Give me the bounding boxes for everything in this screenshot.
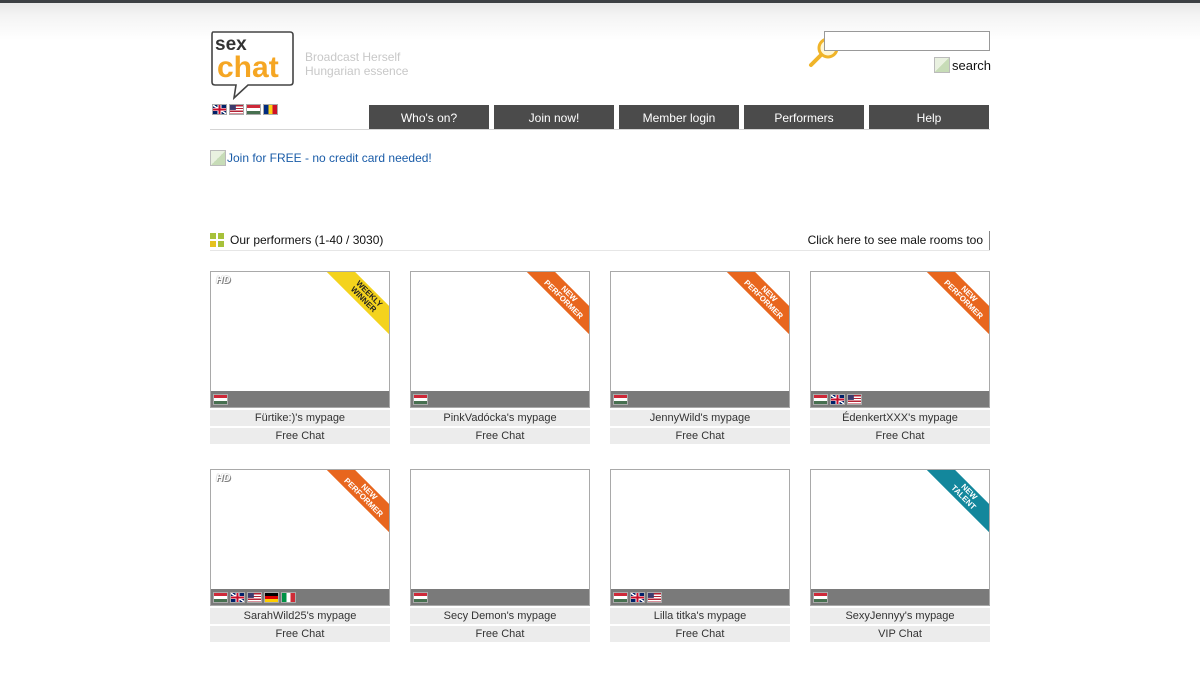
performer-thumbnail[interactable]: NEW PERFORMER — [610, 271, 790, 408]
performer-thumbnail[interactable]: NEW PERFORMER — [410, 271, 590, 408]
tagline-line-1: Broadcast Herself — [305, 50, 401, 64]
hu-flag-icon — [613, 393, 628, 405]
language-flag-bar — [811, 391, 989, 407]
language-flag-bar — [611, 589, 789, 605]
performer-card: HD WEEKLY WINNER Fürtike:)'s mypage Free Cha… — [210, 271, 390, 445]
performers-section-header: Our performers (1-40 / 3030) Click here … — [210, 231, 990, 251]
performer-chat-button[interactable]: Free Chat — [610, 626, 790, 642]
performer-thumbnail[interactable] — [410, 469, 590, 606]
performer-mypage-link[interactable]: Lilla titka's mypage — [610, 608, 790, 624]
grid-icon — [210, 233, 224, 247]
it-flag-icon — [281, 591, 296, 603]
uk-flag-icon — [630, 591, 645, 603]
performer-card: HD NEW PERFORMER SarahWild25's mypage Free C… — [210, 469, 390, 643]
section-divider — [210, 250, 990, 251]
performer-card: NEW TALENT SexyJennyy's mypage VIP Chat — [810, 469, 990, 643]
broken-image-icon — [210, 150, 226, 166]
uk-flag-icon[interactable] — [212, 104, 227, 115]
performer-thumbnail[interactable]: HD WEEKLY WINNER — [210, 271, 390, 408]
broken-image-icon — [934, 57, 950, 73]
nav-whos-on[interactable]: Who's on? — [369, 105, 489, 130]
status-ribbon: NEW TALENT — [923, 470, 989, 538]
tagline-line-2: Hungarian essence — [305, 64, 409, 78]
performer-card: NEW PERFORMER PinkVadócka's mypage Free Cha… — [410, 271, 590, 445]
nav-join-now[interactable]: Join now! — [494, 105, 614, 130]
status-ribbon: NEW PERFORMER — [923, 272, 989, 340]
de-flag-icon — [264, 591, 279, 603]
status-ribbon: NEW PERFORMER — [323, 470, 389, 538]
performer-chat-button[interactable]: Free Chat — [210, 428, 390, 444]
performer-thumbnail[interactable]: NEW TALENT — [810, 469, 990, 606]
performer-mypage-link[interactable]: SexyJennyy's mypage — [810, 608, 990, 624]
hd-badge: HD — [216, 473, 231, 484]
us-flag-icon — [847, 393, 862, 405]
performer-chat-button[interactable]: Free Chat — [210, 626, 390, 642]
page-container: sex chat Broadcast Herself Hungarian ess… — [210, 0, 992, 675]
performer-mypage-link[interactable]: PinkVadócka's mypage — [410, 410, 590, 426]
hu-flag-icon — [213, 591, 228, 603]
performer-chat-button[interactable]: Free Chat — [410, 428, 590, 444]
join-free-text: Join for FREE - no credit card needed! — [227, 151, 432, 165]
sexchat-logo[interactable]: sex chat — [210, 30, 294, 100]
male-rooms-link[interactable]: Click here to see male rooms too — [807, 231, 990, 251]
main-nav: Who's on? Join now! Member login Perform… — [369, 105, 989, 130]
performer-chat-button[interactable]: Free Chat — [810, 428, 990, 444]
us-flag-icon — [247, 591, 262, 603]
search-input[interactable] — [824, 31, 990, 51]
hu-flag-icon — [413, 591, 428, 603]
status-ribbon: NEW PERFORMER — [523, 272, 589, 340]
nav-performers[interactable]: Performers — [744, 105, 864, 130]
hd-badge: HD — [216, 275, 231, 286]
hu-flag-icon — [813, 393, 828, 405]
language-flag-bar — [211, 589, 389, 605]
language-selector — [212, 104, 278, 115]
search-button[interactable]: search — [934, 57, 992, 73]
join-free-banner[interactable]: Join for FREE - no credit card needed! — [210, 150, 432, 166]
logo-text-bottom: chat — [217, 51, 279, 84]
performer-chat-button[interactable]: Free Chat — [610, 428, 790, 444]
status-ribbon: NEW PERFORMER — [723, 272, 789, 340]
nav-divider — [210, 129, 990, 130]
performer-card: Secy Demon's mypage Free Chat — [410, 469, 590, 643]
performer-mypage-link[interactable]: SarahWild25's mypage — [210, 608, 390, 624]
language-flag-bar — [611, 391, 789, 407]
performer-thumbnail[interactable]: NEW PERFORMER — [810, 271, 990, 408]
language-flag-bar — [211, 391, 389, 407]
section-title: Our performers (1-40 / 3030) — [230, 233, 384, 247]
uk-flag-icon — [830, 393, 845, 405]
language-flag-bar — [411, 589, 589, 605]
performer-card: NEW PERFORMER ÉdenkertXXX's mypage Free Cha… — [810, 271, 990, 445]
tagline: Broadcast Herself Hungarian essence — [305, 50, 408, 78]
language-flag-bar — [811, 589, 989, 605]
status-ribbon: WEEKLY WINNER — [323, 272, 389, 340]
hu-flag-icon — [213, 393, 228, 405]
performer-card: NEW PERFORMER JennyWild's mypage Free Chat — [610, 271, 790, 445]
performer-card: Lilla titka's mypage Free Chat — [610, 469, 790, 643]
search-button-label: search — [952, 57, 992, 73]
us-flag-icon[interactable] — [229, 104, 244, 115]
performer-mypage-link[interactable]: JennyWild's mypage — [610, 410, 790, 426]
hu-flag-icon — [413, 393, 428, 405]
uk-flag-icon — [230, 591, 245, 603]
nav-member-login[interactable]: Member login — [619, 105, 739, 130]
nav-help[interactable]: Help — [869, 105, 989, 130]
performer-thumbnail[interactable]: HD NEW PERFORMER — [210, 469, 390, 606]
ro-flag-icon[interactable] — [263, 104, 278, 115]
language-flag-bar — [411, 391, 589, 407]
us-flag-icon — [647, 591, 662, 603]
hu-flag-icon[interactable] — [246, 104, 261, 115]
performer-chat-button[interactable]: Free Chat — [410, 626, 590, 642]
performer-thumbnail[interactable] — [610, 469, 790, 606]
performer-chat-button[interactable]: VIP Chat — [810, 626, 990, 642]
hu-flag-icon — [813, 591, 828, 603]
performer-mypage-link[interactable]: Secy Demon's mypage — [410, 608, 590, 624]
hu-flag-icon — [613, 591, 628, 603]
performer-mypage-link[interactable]: Fürtike:)'s mypage — [210, 410, 390, 426]
performer-mypage-link[interactable]: ÉdenkertXXX's mypage — [810, 410, 990, 426]
